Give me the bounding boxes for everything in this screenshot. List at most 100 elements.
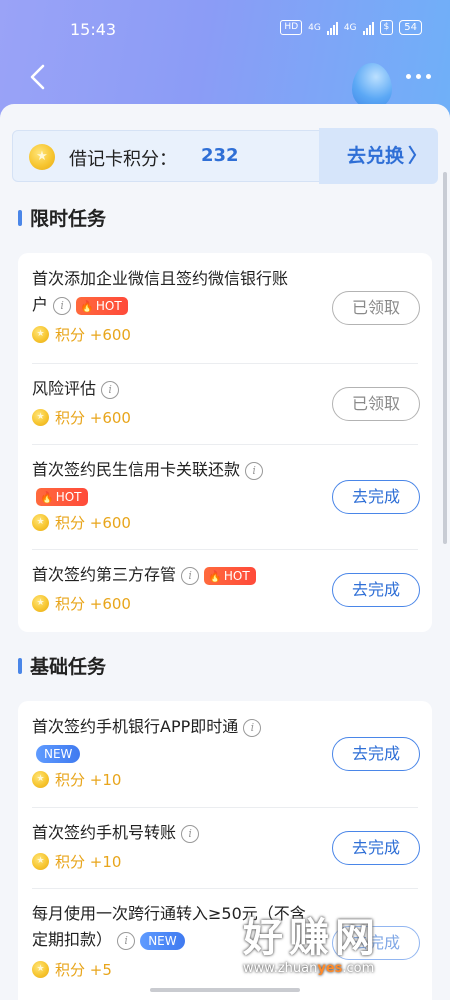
section-title-limited: 限时任务: [18, 204, 106, 231]
flame-icon: 🔥: [80, 299, 94, 313]
reward-label: 积分 +5: [55, 961, 112, 979]
info-icon[interactable]: i: [101, 380, 120, 399]
payment-status-icon: $: [379, 20, 394, 35]
status-bar: 15:43 HD 4G 4G $ 54: [0, 0, 450, 56]
task-reward: 积分 +600: [32, 325, 131, 345]
points-label: 借记卡积分：: [69, 149, 177, 170]
flame-icon: 🔥: [40, 490, 54, 504]
hot-label: HOT: [55, 489, 82, 504]
home-indicator[interactable]: [150, 988, 300, 992]
reward-label: 积分 +600: [55, 326, 131, 344]
more-dot-icon: [426, 74, 431, 79]
status-time: 15:43: [70, 20, 117, 39]
task-title-text: 首次签约第三方存管: [32, 565, 177, 584]
reward-label: 积分 +10: [55, 771, 122, 789]
more-options-button[interactable]: [406, 74, 431, 79]
info-icon[interactable]: i: [245, 461, 264, 480]
new-badge: NEW: [140, 931, 185, 950]
coin-icon: [32, 409, 49, 426]
watermark-url: www.zhuanyes.com: [243, 960, 433, 978]
watermark-url-highlight: yes: [317, 961, 343, 976]
coin-icon: [32, 595, 49, 612]
go-complete-button[interactable]: 去完成: [332, 737, 420, 771]
signal-icon: [326, 21, 338, 35]
divider: [32, 444, 418, 445]
task-reward: 积分 +600: [32, 513, 131, 533]
info-icon[interactable]: i: [243, 718, 262, 737]
mascot-egg-icon: [352, 63, 392, 109]
hot-badge: 🔥 HOT: [76, 296, 128, 315]
network-4g-label-2: 4G: [343, 22, 357, 33]
claimed-button[interactable]: 已领取: [332, 291, 420, 325]
coin-icon: [32, 853, 49, 870]
status-icons: HD 4G 4G $ 54: [280, 20, 422, 35]
more-dot-icon: [406, 74, 411, 79]
task-title-line2: 户: [32, 295, 49, 314]
hd-icon: HD: [280, 20, 303, 35]
task-title: 首次签约民生信用卡关联还款 i 🔥 HOT: [32, 457, 264, 509]
back-button[interactable]: [26, 62, 50, 92]
battery-icon: 54: [399, 20, 422, 35]
signal-icon-2: [362, 21, 374, 35]
task-title-line2: 定期扣款）: [32, 930, 113, 949]
task-title-text: 首次签约手机号转账: [32, 823, 177, 842]
points-value: 232: [201, 145, 239, 166]
info-icon[interactable]: i: [117, 931, 136, 950]
site-watermark: 好赚网 www.zhuanyes.com: [243, 916, 433, 978]
coin-icon: [32, 326, 49, 343]
coin-icon: [32, 514, 49, 531]
redeem-label: 去兑换: [347, 145, 405, 167]
divider: [32, 888, 418, 889]
hot-badge: 🔥 HOT: [36, 487, 88, 506]
section-title-basic: 基础任务: [18, 652, 106, 679]
task-reward: 积分 +10: [32, 852, 121, 872]
redeem-button[interactable]: 去兑换〉: [319, 128, 438, 184]
hot-label: HOT: [223, 568, 250, 583]
task-title: 首次签约手机号转账 i: [32, 820, 200, 846]
divider: [32, 363, 418, 364]
info-icon[interactable]: i: [53, 296, 72, 315]
task-reward: 积分 +5: [32, 960, 112, 980]
watermark-url-prefix: www.zhuan: [243, 961, 318, 976]
coin-icon: [29, 144, 55, 170]
task-title: 首次签约手机银行APP即时通 i NEW: [32, 714, 262, 766]
task-reward: 积分 +600: [32, 408, 131, 428]
go-complete-button[interactable]: 去完成: [332, 573, 420, 607]
network-4g-label: 4G: [308, 22, 321, 33]
coin-icon: [32, 961, 49, 978]
reward-label: 积分 +600: [55, 595, 131, 613]
more-dot-icon: [416, 74, 421, 79]
watermark-logo-text: 好赚网: [243, 915, 381, 961]
header-background: 15:43 HD 4G 4G $ 54: [0, 0, 450, 120]
claimed-button[interactable]: 已领取: [332, 387, 420, 421]
limited-task-card: 首次添加企业微信且签约微信银行账 户 i 🔥HOT 积分 +600 已领取 风险…: [18, 253, 432, 632]
go-complete-button[interactable]: 去完成: [332, 831, 420, 865]
info-icon[interactable]: i: [181, 824, 200, 843]
reward-label: 积分 +10: [55, 853, 122, 871]
info-icon[interactable]: i: [181, 566, 200, 585]
task-title-text: 首次签约民生信用卡关联还款: [32, 460, 241, 479]
watermark-url-suffix: .com: [342, 961, 375, 976]
scrollbar[interactable]: [443, 172, 447, 544]
divider: [32, 807, 418, 808]
reward-label: 积分 +600: [55, 409, 131, 427]
new-badge: NEW: [36, 744, 81, 763]
task-reward: 积分 +10: [32, 770, 121, 790]
task-title-text: 首次签约手机银行APP即时通: [32, 717, 239, 736]
go-complete-button[interactable]: 去完成: [332, 480, 420, 514]
chevron-left-icon: [30, 64, 45, 90]
points-bar: 借记卡积分： 232 去兑换〉: [12, 128, 438, 184]
task-title: 首次添加企业微信且签约微信银行账 户 i 🔥 HOT: [32, 266, 288, 318]
reward-label: 积分 +600: [55, 514, 131, 532]
task-title-text: 风险评估: [32, 379, 97, 398]
flame-icon: 🔥: [208, 569, 222, 583]
hot-label: HOT: [95, 298, 122, 313]
hot-badge: 🔥 HOT: [204, 566, 256, 585]
task-title-line1: 首次添加企业微信且签约微信银行账: [32, 269, 289, 288]
task-title: 风险评估 i: [32, 376, 120, 402]
task-reward: 积分 +600: [32, 594, 131, 614]
divider: [32, 549, 418, 550]
coin-icon: [32, 771, 49, 788]
chevron-right-icon: 〉: [408, 145, 428, 167]
task-title: 首次签约第三方存管 i 🔥 HOT: [32, 562, 256, 588]
